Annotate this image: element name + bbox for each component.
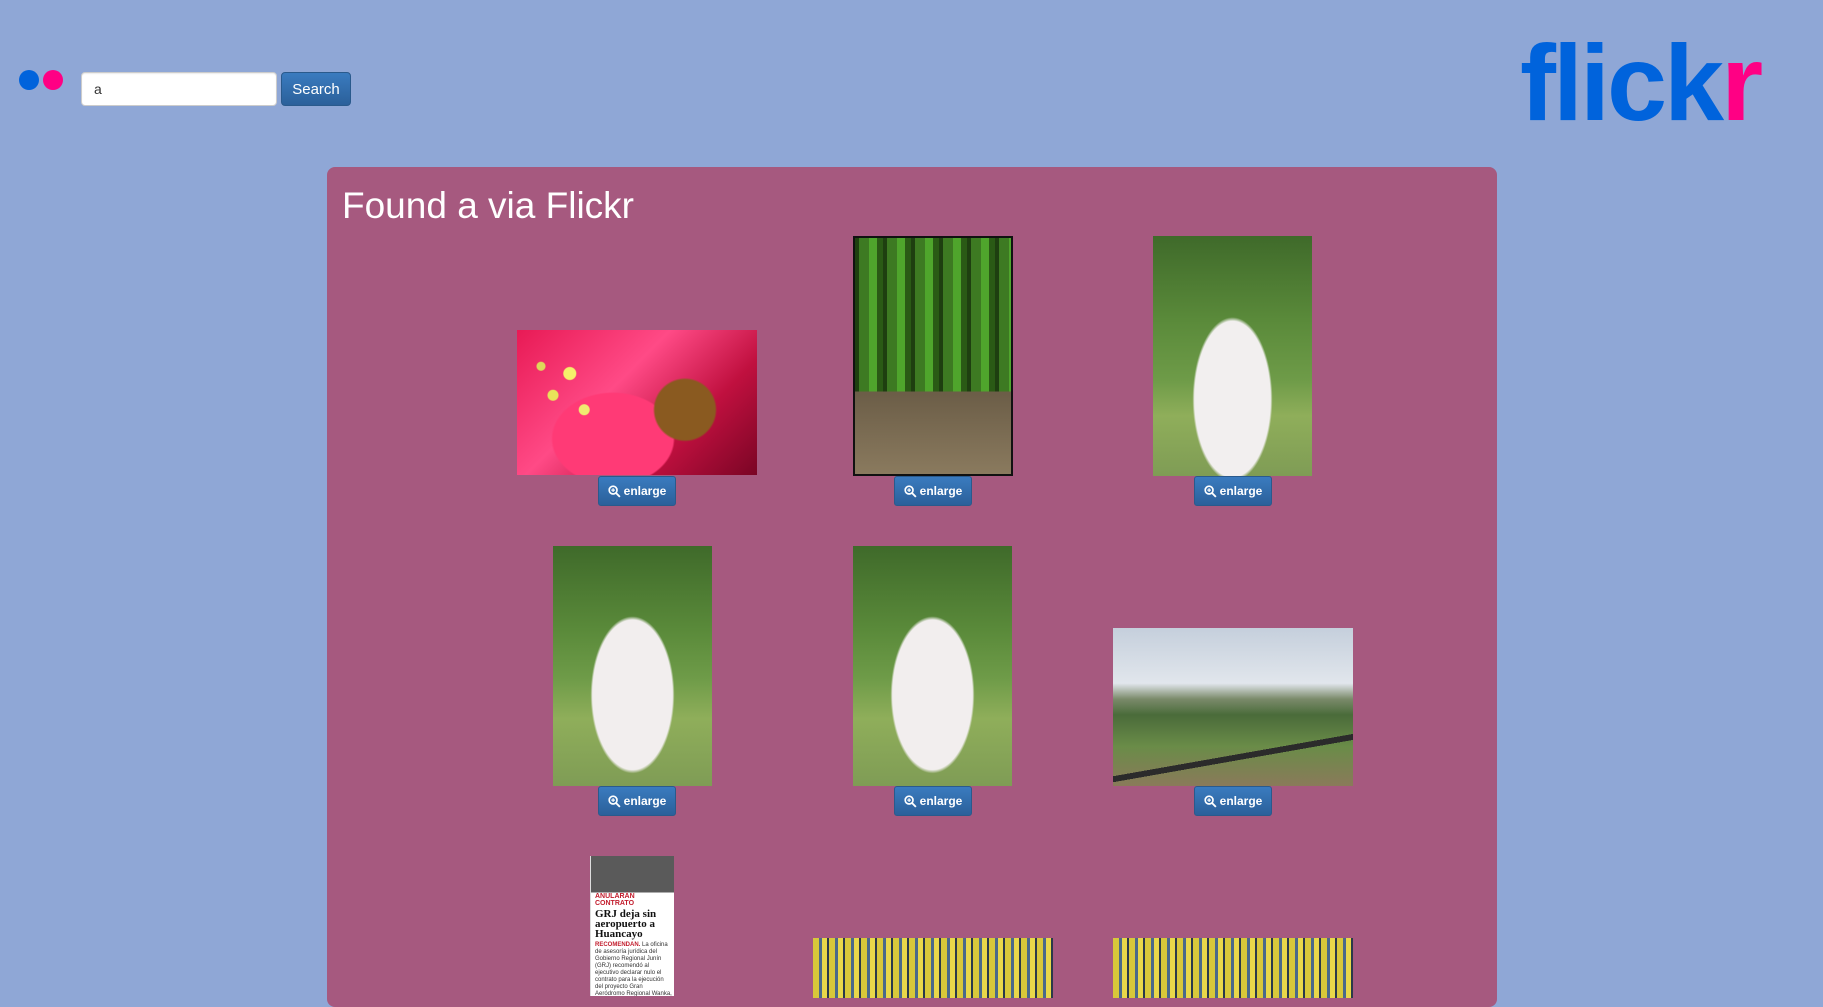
photo-thumbnail[interactable] (813, 938, 1053, 998)
photo-thumbnail[interactable] (1153, 236, 1312, 476)
photo-card (807, 787, 1107, 1007)
news-body: RECOMENDAN. La oficina de asesoría juríd… (595, 942, 672, 996)
photo-thumbnail[interactable] (853, 236, 1013, 476)
flickr-dots-icon[interactable] (19, 70, 65, 92)
newspaper-text: ANULARÁN CONTRATO GRJ deja sin aeropuert… (595, 893, 672, 996)
news-body-text: La oficina de asesoría jurídica del Gobi… (595, 942, 672, 996)
results-panel: Found a via Flickr enlarge enlarge enlar… (327, 167, 1497, 1007)
logo-text-blue: flick (1520, 22, 1724, 143)
photo-thumbnail[interactable] (553, 546, 712, 786)
news-lead: RECOMENDAN. (595, 942, 641, 948)
pink-dot (43, 70, 63, 90)
photo-thumbnail[interactable] (1113, 628, 1353, 786)
top-bar: Search flickr (0, 0, 1823, 160)
news-headline: GRJ deja sin aeropuerto a Huancayo (595, 908, 657, 940)
photo-thumbnail[interactable] (517, 330, 757, 475)
photo-card: enlarge (807, 477, 1107, 837)
news-kicker: ANULARÁN CONTRATO (595, 893, 635, 907)
search-button[interactable]: Search (281, 72, 351, 106)
search-input[interactable] (81, 72, 277, 106)
blue-dot (19, 70, 39, 90)
photo-thumbnail[interactable] (1113, 938, 1353, 998)
flickr-logo: flickr (1520, 28, 1763, 138)
photo-card: ANULARÁN CONTRATO GRJ deja sin aeropuert… (507, 787, 807, 1007)
photo-card: enlarge (1107, 477, 1407, 837)
logo-text-pink: r (1721, 22, 1763, 143)
photo-card (1107, 787, 1407, 1007)
photo-card: enlarge (507, 477, 807, 837)
photo-card: enlarge (507, 167, 807, 527)
photo-card: enlarge (1107, 167, 1407, 527)
photo-thumbnail[interactable]: ANULARÁN CONTRATO GRJ deja sin aeropuert… (590, 856, 674, 996)
photo-thumbnail[interactable] (853, 546, 1012, 786)
photo-card: enlarge (807, 167, 1107, 527)
